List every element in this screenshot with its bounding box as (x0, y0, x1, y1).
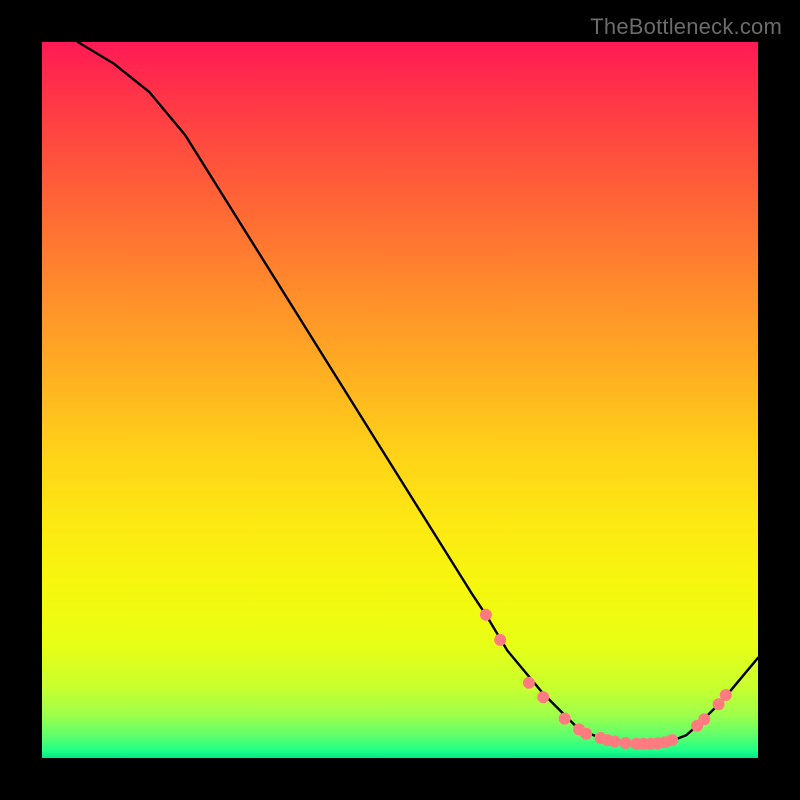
bottleneck-curve (78, 42, 758, 744)
marker-dot (720, 689, 732, 701)
chart-overlay (42, 42, 758, 758)
marker-dot (580, 728, 592, 740)
marker-dot (537, 691, 549, 703)
marker-dot (480, 609, 492, 621)
marker-dot (620, 737, 632, 749)
marker-dot (523, 677, 535, 689)
curve-markers (480, 609, 732, 750)
marker-dot (559, 713, 571, 725)
marker-dot (494, 634, 506, 646)
marker-dot (609, 736, 621, 748)
watermark-text: TheBottleneck.com (590, 14, 782, 40)
marker-dot (666, 734, 678, 746)
chart-frame: TheBottleneck.com (0, 0, 800, 800)
marker-dot (698, 713, 710, 725)
